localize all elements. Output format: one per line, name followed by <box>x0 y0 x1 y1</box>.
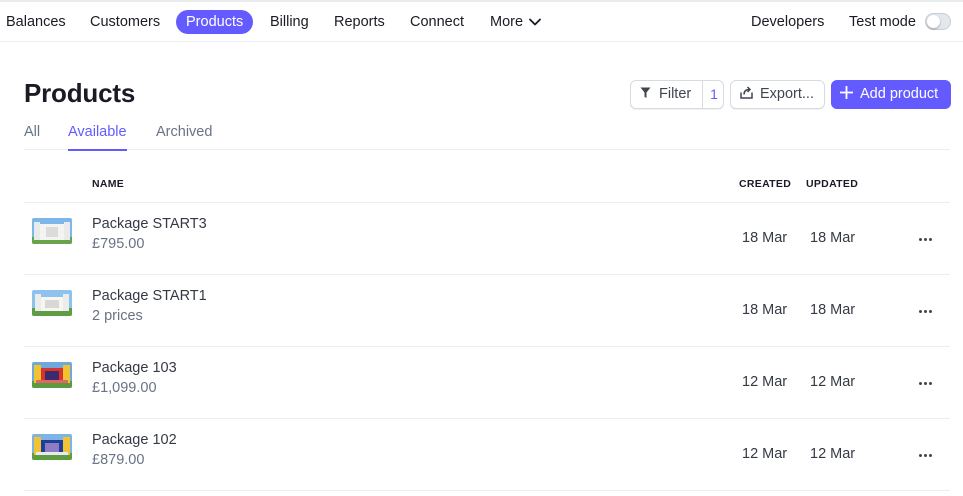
filter-icon <box>640 87 651 98</box>
product-name[interactable]: Package 102 <box>92 432 177 448</box>
product-price-count: 2 prices <box>92 308 143 324</box>
created-date: 18 Mar <box>742 302 788 318</box>
product-price: £795.00 <box>92 236 145 252</box>
updated-date: 12 Mar <box>810 374 856 390</box>
column-header-updated[interactable]: UPDATED <box>806 178 858 190</box>
product-price: £1,099.00 <box>92 380 157 396</box>
created-date: 12 Mar <box>742 446 788 462</box>
table-row[interactable]: Package START1 2 prices 18 Mar 18 Mar <box>24 275 950 347</box>
nav-products[interactable]: Products <box>176 10 254 34</box>
row-divider <box>24 490 950 491</box>
page-title: Products <box>24 78 136 108</box>
column-header-name[interactable]: NAME <box>92 178 124 190</box>
row-actions-button[interactable] <box>914 447 936 463</box>
filter-label: Filter <box>659 86 692 102</box>
product-price: £879.00 <box>92 452 145 468</box>
export-button[interactable]: Export... <box>730 80 825 109</box>
chevron-down-icon <box>529 18 541 26</box>
row-actions-button[interactable] <box>914 375 936 391</box>
nav-connect[interactable]: Connect <box>410 10 464 34</box>
nav-customers[interactable]: Customers <box>90 10 160 34</box>
row-actions-button[interactable] <box>914 303 936 319</box>
nav-more[interactable]: More <box>490 10 541 34</box>
plus-icon <box>840 86 853 100</box>
nav-reports[interactable]: Reports <box>334 10 385 34</box>
test-mode-toggle[interactable] <box>925 13 951 30</box>
updated-date: 18 Mar <box>810 230 856 246</box>
column-header-created[interactable]: CREATED <box>739 178 791 190</box>
product-image <box>32 218 72 244</box>
product-image <box>32 362 72 388</box>
nav-developers[interactable]: Developers <box>751 10 824 34</box>
updated-date: 12 Mar <box>810 446 856 462</box>
filter-count-badge: 1 <box>702 81 725 108</box>
tab-archived[interactable]: Archived <box>156 124 212 149</box>
table-row[interactable]: Package 102 £879.00 12 Mar 12 Mar <box>24 419 950 491</box>
add-product-label: Add product <box>860 86 939 102</box>
top-navigation: Balances Customers Products Billing Repo… <box>0 0 963 42</box>
filter-button[interactable]: Filter 1 <box>630 80 724 109</box>
add-product-button[interactable]: Add product <box>831 80 951 109</box>
row-actions-button[interactable] <box>914 231 936 247</box>
created-date: 18 Mar <box>742 230 788 246</box>
product-image <box>32 290 72 316</box>
product-name[interactable]: Package START3 <box>92 216 207 232</box>
updated-date: 18 Mar <box>810 302 856 318</box>
table-row[interactable]: Package 103 £1,099.00 12 Mar 12 Mar <box>24 347 950 419</box>
nav-balances[interactable]: Balances <box>6 10 66 34</box>
toggle-knob <box>927 15 940 28</box>
product-tabs: All Available Archived <box>24 120 950 151</box>
created-date: 12 Mar <box>742 374 788 390</box>
tab-available[interactable]: Available <box>68 124 127 151</box>
export-icon <box>740 86 753 99</box>
product-name[interactable]: Package 103 <box>92 360 177 376</box>
product-image <box>32 434 72 460</box>
nav-more-label: More <box>490 14 524 30</box>
test-mode-label: Test mode <box>849 14 916 30</box>
nav-billing[interactable]: Billing <box>270 10 309 34</box>
tab-all[interactable]: All <box>24 124 40 149</box>
export-label: Export... <box>760 86 814 102</box>
table-row[interactable]: Package START3 £795.00 18 Mar 18 Mar <box>24 203 950 275</box>
product-name[interactable]: Package START1 <box>92 288 207 304</box>
